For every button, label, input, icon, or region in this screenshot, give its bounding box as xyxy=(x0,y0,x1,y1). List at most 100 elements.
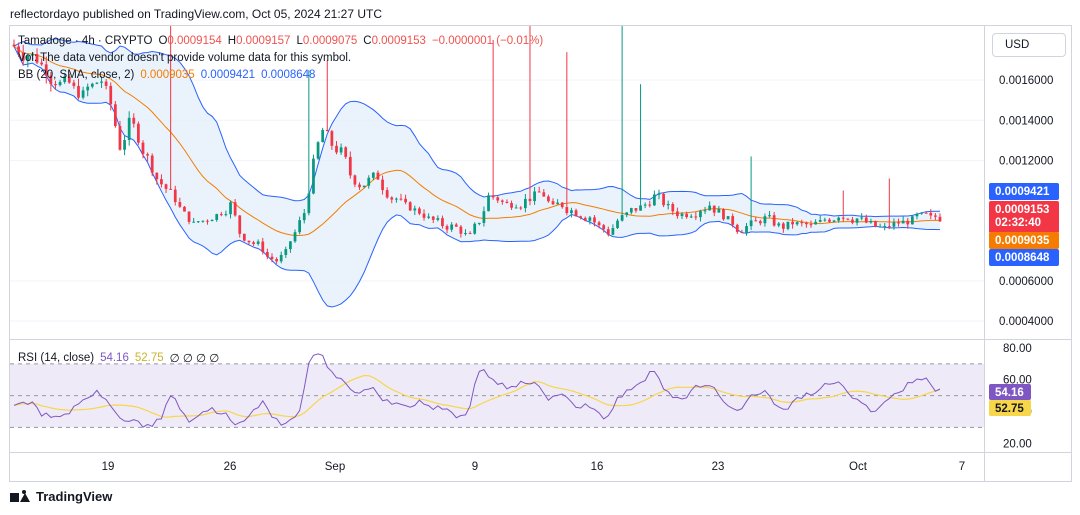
candle-body xyxy=(708,205,712,211)
candle-body xyxy=(832,220,836,222)
ohlc-legend[interactable]: Tamadoge · 4h · CRYPTO O0.0009154 H0.000… xyxy=(18,35,543,47)
candle-body xyxy=(924,212,928,214)
candle-body xyxy=(680,213,684,217)
candle-body xyxy=(367,177,371,186)
candle-body xyxy=(104,81,108,86)
candle-body xyxy=(422,213,426,218)
candle-body xyxy=(233,202,237,216)
candle xyxy=(473,222,477,235)
rsi-tick-label: 20.00 xyxy=(1003,438,1032,450)
candle-body xyxy=(293,232,297,242)
candle-body xyxy=(662,193,665,206)
candle-body xyxy=(910,216,914,225)
bb-title: BB (20, SMA, close, 2) xyxy=(18,69,135,81)
candle-body xyxy=(487,195,490,212)
candle-body xyxy=(58,81,62,86)
candle-body xyxy=(321,129,325,143)
candle-body xyxy=(192,221,196,223)
candle-body xyxy=(588,217,592,221)
candle-body xyxy=(408,202,412,211)
candle-body xyxy=(404,198,407,203)
candle-body xyxy=(648,204,652,206)
candle-body xyxy=(505,201,509,203)
candle xyxy=(113,101,117,128)
candle-body xyxy=(795,222,799,225)
candle-body xyxy=(781,223,785,229)
candle-body xyxy=(137,123,140,143)
candle-body xyxy=(754,220,758,222)
candle xyxy=(726,216,730,220)
candle-body xyxy=(611,228,615,235)
candle-body xyxy=(413,208,417,211)
candle-body xyxy=(178,202,182,207)
candle-body xyxy=(574,210,578,217)
candle-body xyxy=(652,194,656,206)
rsi-value: 54.16 xyxy=(100,352,129,364)
candle-body xyxy=(745,226,748,233)
tradingview-logo-icon xyxy=(10,489,32,504)
bb-legend[interactable]: BB (20, SMA, close, 2) 0.0009035 0.00094… xyxy=(18,69,315,81)
badge-rsi-text: 54.16 xyxy=(995,387,1024,399)
candle-body xyxy=(330,131,334,146)
high-value: 0.0009157 xyxy=(236,35,291,47)
candle-body xyxy=(805,222,808,225)
close-value: 0.0009153 xyxy=(371,35,426,47)
candle-body xyxy=(385,190,389,198)
candle-body xyxy=(892,222,896,227)
candle-body xyxy=(749,220,753,227)
badge-last-price: 0.000915302:32:40 xyxy=(989,201,1059,233)
candle-body xyxy=(731,216,735,225)
candle-body xyxy=(606,229,610,235)
candle-body xyxy=(837,217,841,221)
time-tick-label: 19 xyxy=(102,461,115,473)
candle-body xyxy=(160,179,163,185)
candle xyxy=(487,192,490,212)
candle-body xyxy=(279,254,283,262)
candle-body xyxy=(150,155,154,173)
candle-body xyxy=(851,219,854,223)
candle-body xyxy=(450,224,454,230)
badge-rsi-ma-text: 52.75 xyxy=(995,403,1024,415)
candle-body xyxy=(768,215,771,217)
candle-body xyxy=(441,218,444,227)
candle-body xyxy=(772,215,776,226)
rsi-ma-value: 52.75 xyxy=(134,352,164,364)
change-value: −0.0000001 (−0.01%) xyxy=(431,35,544,47)
candle-body xyxy=(597,222,601,226)
candle-body xyxy=(266,252,269,257)
candle-body xyxy=(141,142,145,155)
candle-body xyxy=(242,233,246,241)
candle-body xyxy=(551,201,555,205)
candle-body xyxy=(100,81,103,83)
badge-bb-basis-text: 0.0009035 xyxy=(995,235,1050,247)
candle-body xyxy=(583,217,587,221)
candle-body xyxy=(639,205,642,211)
candle-body xyxy=(887,226,891,228)
candle-body xyxy=(689,216,693,218)
candle-body xyxy=(758,221,762,224)
open-value: 0.0009154 xyxy=(167,35,222,47)
candle-body xyxy=(491,195,495,198)
candle-body xyxy=(735,224,739,232)
price-tick-label: 0.0016000 xyxy=(999,75,1053,87)
candle xyxy=(12,39,16,48)
candle-body xyxy=(210,219,214,222)
currency-button[interactable]: USD xyxy=(992,33,1066,57)
candle-body xyxy=(542,192,546,197)
candle-body xyxy=(855,218,859,223)
candle-body xyxy=(547,196,550,202)
candle-body xyxy=(358,184,361,188)
candle-body xyxy=(703,210,707,212)
candle-body xyxy=(929,212,933,216)
candle-body xyxy=(289,241,292,250)
candle xyxy=(183,205,186,212)
candle-body xyxy=(459,226,463,234)
rsi-extra-values: ∅ ∅ ∅ ∅ xyxy=(169,353,220,365)
candle-body xyxy=(247,240,251,243)
candle-body xyxy=(869,221,873,223)
candle-body xyxy=(353,175,357,185)
rsi-legend[interactable]: RSI (14, close) 54.16 52.75 ∅ ∅ ∅ ∅ xyxy=(18,351,219,365)
tradingview-brand[interactable]: TradingView xyxy=(10,489,112,504)
candle-body xyxy=(302,213,306,221)
price-tick-label: 0.0012000 xyxy=(999,155,1053,167)
